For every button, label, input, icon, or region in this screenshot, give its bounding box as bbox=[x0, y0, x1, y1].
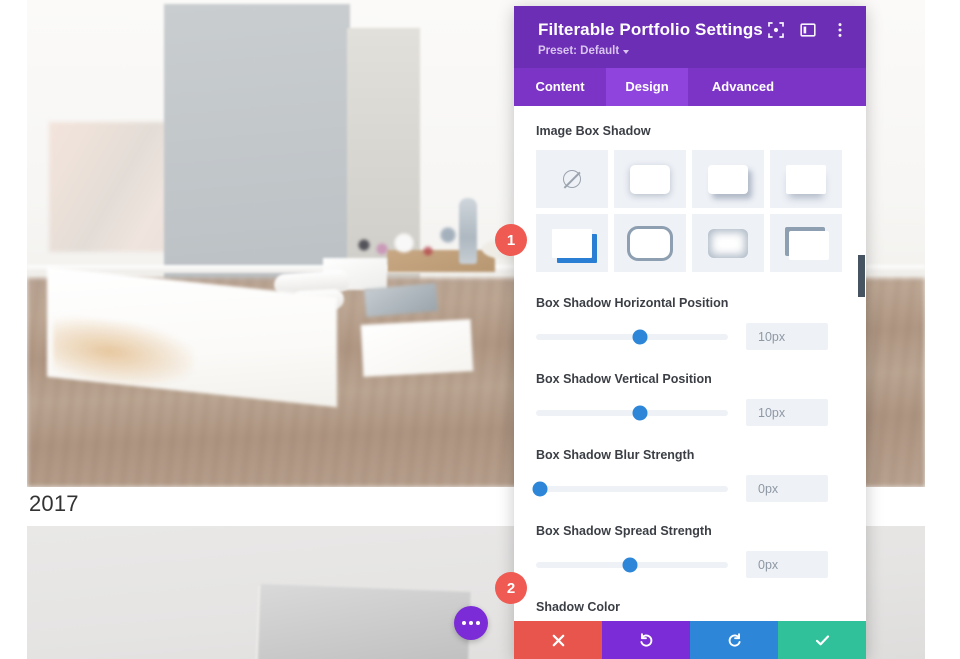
slider-thumb[interactable] bbox=[632, 329, 648, 344]
cancel-button[interactable] bbox=[514, 621, 602, 659]
shadow-preset-hard-top-left[interactable] bbox=[770, 214, 842, 272]
box-shadow-blur-strength-slider[interactable] bbox=[532, 481, 728, 496]
annotation-badge-1: 1 bbox=[495, 224, 527, 256]
more-dot-icon bbox=[476, 621, 480, 625]
slider-label: Box Shadow Vertical Position bbox=[536, 372, 712, 386]
shadow-preset-soft-bottom[interactable] bbox=[614, 150, 686, 208]
standing-figurine bbox=[459, 198, 477, 264]
shadow-preset-outline-all-sides[interactable] bbox=[614, 214, 686, 272]
slider-label: Box Shadow Blur Strength bbox=[536, 448, 695, 462]
more-options-icon[interactable] bbox=[832, 22, 848, 38]
box-shadow-vertical-position-slider[interactable] bbox=[536, 405, 728, 420]
shadow-preview bbox=[708, 228, 748, 258]
shadow-color-label: Shadow Color bbox=[536, 600, 621, 614]
bottom-grey-panel bbox=[257, 584, 471, 659]
shadow-preset-none[interactable] bbox=[536, 150, 608, 208]
shadow-preview bbox=[786, 164, 826, 194]
box-shadow-spread-strength-slider[interactable] bbox=[536, 557, 728, 572]
slider-thumb[interactable] bbox=[622, 557, 638, 572]
shadow-preset-hard-bottom-right-blue[interactable] bbox=[536, 214, 608, 272]
modal-header-actions bbox=[768, 22, 850, 38]
shadow-preset-offset-bottom-right[interactable] bbox=[692, 150, 764, 208]
box-shadow-vertical-position-field: Box Shadow Vertical Position bbox=[536, 372, 844, 426]
shadow-preview bbox=[552, 228, 592, 258]
undo-button[interactable] bbox=[602, 621, 690, 659]
filterable-portfolio-settings-modal: Filterable Portfolio Settings Preset: De… bbox=[514, 6, 866, 659]
annotation-badge-2: 2 bbox=[495, 572, 527, 604]
box-shadow-blur-strength-field: Box Shadow Blur Strength bbox=[532, 448, 844, 502]
split-layout-icon[interactable] bbox=[800, 22, 816, 38]
check-icon bbox=[815, 634, 829, 645]
redo-icon bbox=[728, 632, 741, 647]
slider-label: Box Shadow Spread Strength bbox=[536, 524, 712, 538]
save-button[interactable] bbox=[778, 621, 866, 659]
chevron-down-icon bbox=[623, 49, 630, 54]
box-shadow-spread-strength-input[interactable] bbox=[746, 551, 828, 578]
box-shadow-spread-strength-field: Box Shadow Spread Strength bbox=[536, 524, 844, 578]
close-icon bbox=[552, 634, 564, 646]
no-shadow-icon bbox=[563, 170, 581, 188]
focus-target-icon[interactable] bbox=[768, 22, 784, 38]
image-box-shadow-label: Image Box Shadow bbox=[536, 124, 651, 138]
slider-label: Box Shadow Horizontal Position bbox=[536, 296, 729, 310]
box-shadow-horizontal-position-field: Box Shadow Horizontal Position bbox=[536, 296, 844, 350]
redo-button[interactable] bbox=[690, 621, 778, 659]
shadow-color-field: Shadow Color bbox=[536, 600, 844, 621]
image-box-shadow-preset-grid bbox=[536, 150, 844, 272]
tab-design[interactable]: Design bbox=[606, 68, 688, 106]
box-shadow-horizontal-position-slider[interactable] bbox=[536, 329, 728, 344]
modal-tab-bar: Content Design Advanced bbox=[514, 68, 866, 106]
slider-thumb[interactable] bbox=[532, 481, 548, 496]
undo-icon bbox=[639, 632, 652, 647]
floating-more-options-button[interactable] bbox=[454, 606, 488, 640]
shadow-preview bbox=[630, 228, 670, 258]
slider-thumb[interactable] bbox=[632, 405, 648, 420]
box-shadow-horizontal-position-input[interactable] bbox=[746, 323, 828, 350]
shadow-preview bbox=[789, 231, 829, 260]
shadow-preset-deep-bottom[interactable] bbox=[770, 150, 842, 208]
tab-advanced[interactable]: Advanced bbox=[688, 68, 798, 106]
more-dot-icon bbox=[462, 621, 466, 625]
box-shadow-vertical-position-input[interactable] bbox=[746, 399, 828, 426]
tab-content[interactable]: Content bbox=[514, 68, 606, 106]
preset-label: Preset: Default bbox=[538, 45, 620, 57]
shadow-preview bbox=[630, 164, 670, 194]
paper-sheet-small bbox=[360, 319, 474, 377]
shadow-preset-inner-glow[interactable] bbox=[692, 214, 764, 272]
modal-action-bar bbox=[514, 621, 866, 659]
modal-header: Filterable Portfolio Settings Preset: De… bbox=[514, 6, 866, 68]
box-shadow-blur-strength-input[interactable] bbox=[746, 475, 828, 502]
modal-scrollbar-thumb[interactable] bbox=[858, 255, 865, 297]
modal-body: Image Box Shadow Box Shadow Horizontal P… bbox=[514, 106, 866, 621]
more-dot-icon bbox=[469, 621, 473, 625]
modal-title: Filterable Portfolio Settings bbox=[538, 20, 763, 39]
preset-selector[interactable]: Preset: Default bbox=[538, 45, 850, 57]
shadow-preview bbox=[708, 164, 748, 194]
portfolio-year-caption: 2017 bbox=[29, 491, 79, 516]
